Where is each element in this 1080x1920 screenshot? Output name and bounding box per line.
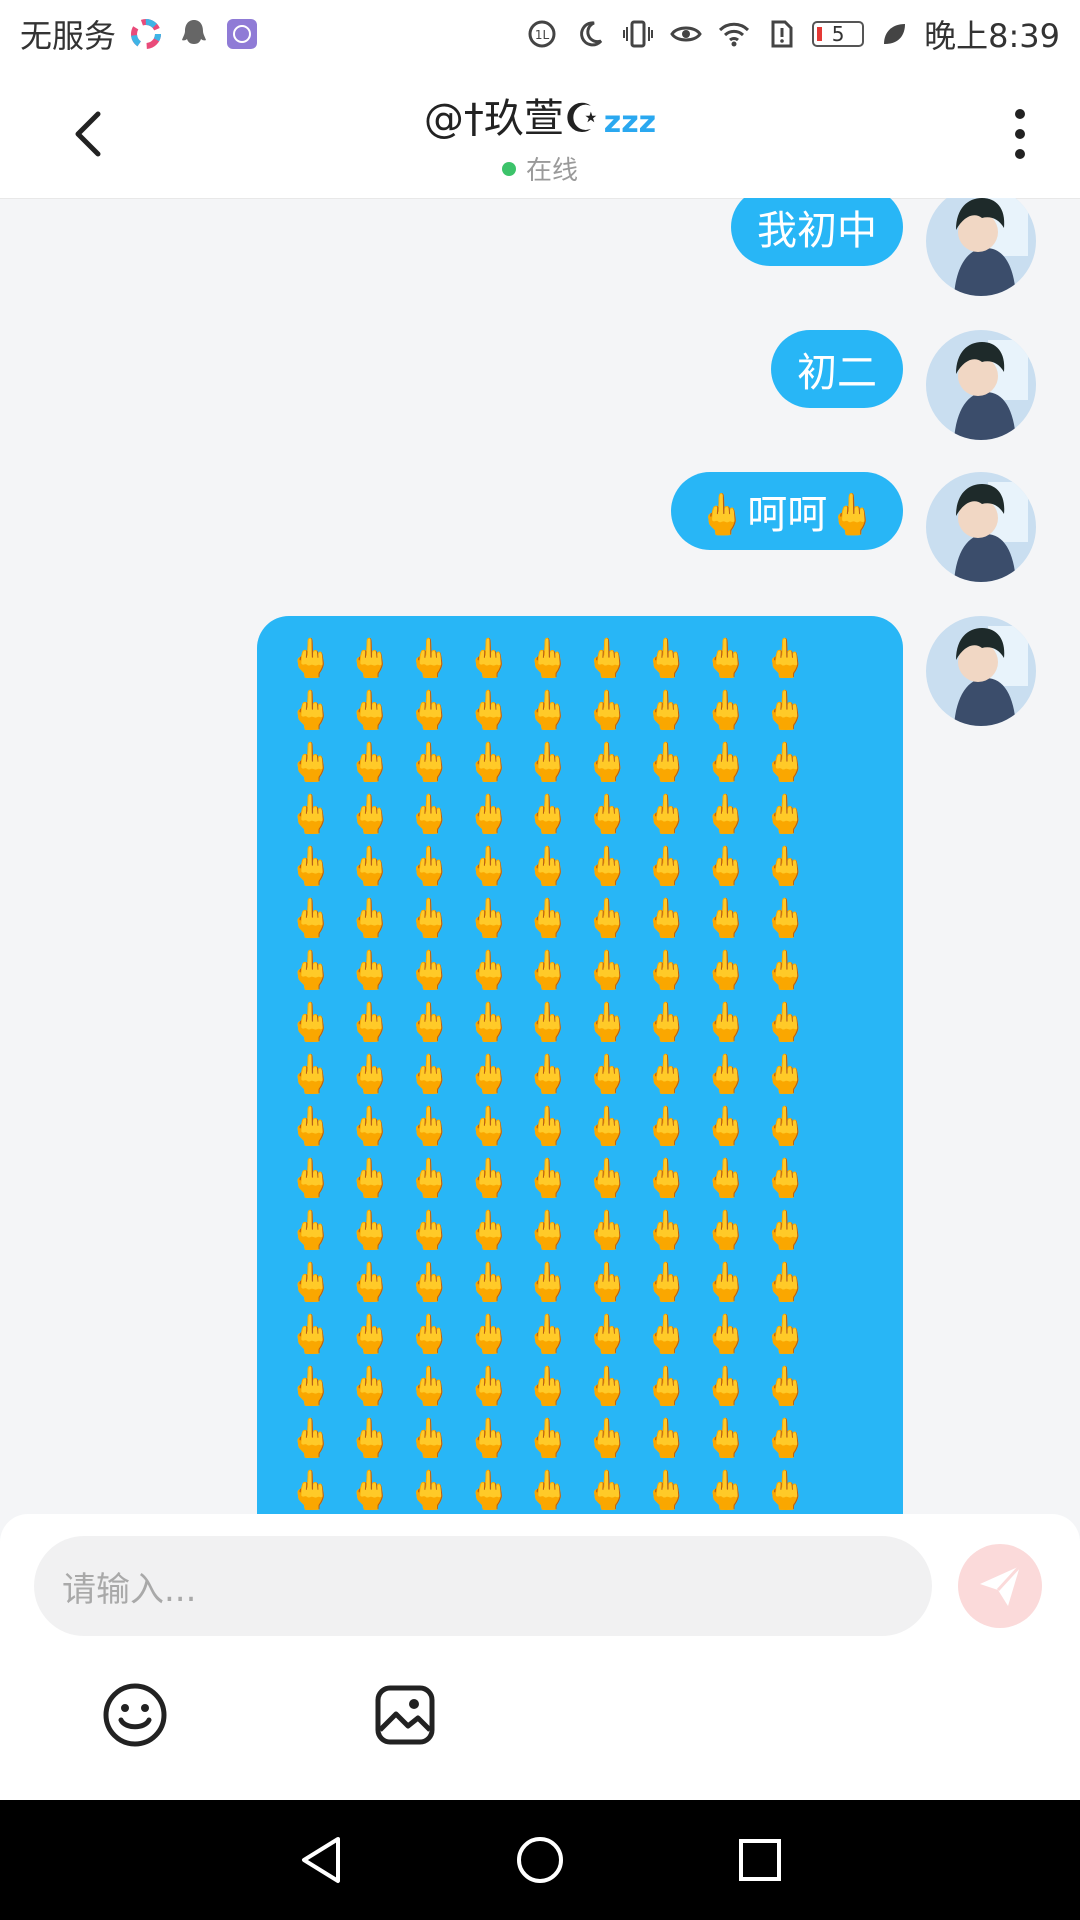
battery-level: 5 (831, 22, 845, 46)
vibrate-icon (620, 16, 656, 52)
online-status-label: 在线 (525, 156, 578, 186)
message-text: 初二 (797, 350, 877, 396)
nav-back-button[interactable] (292, 1832, 348, 1888)
moon-icon (572, 16, 608, 52)
composer: 请输入... (0, 1514, 1080, 1800)
online-status: 在线 (0, 150, 1080, 187)
message-input[interactable]: 请输入... (34, 1536, 932, 1636)
message-text: 我初中 (757, 208, 877, 254)
sleep-zzz-icon: zzz (603, 105, 657, 140)
more-vertical-icon (1015, 109, 1025, 159)
wifi-icon (716, 16, 752, 52)
hd-icon: 1L (524, 16, 560, 52)
carrier-label: 无服务 (20, 17, 117, 55)
chat-message-list[interactable]: 我初中 初二 🖕呵呵🖕 🖕🖕🖕🖕🖕🖕🖕🖕🖕🖕🖕🖕🖕🖕🖕🖕🖕🖕🖕🖕🖕🖕🖕🖕🖕🖕🖕🖕… (0, 198, 1080, 1514)
image-icon (375, 1685, 435, 1745)
image-button[interactable] (370, 1680, 440, 1750)
message-text: 🖕呵呵🖕 (697, 492, 877, 538)
circle-home-icon (517, 1837, 563, 1883)
leaf-icon (876, 16, 912, 52)
message-input-placeholder: 请输入... (62, 1569, 197, 1610)
avatar[interactable] (926, 616, 1036, 726)
send-button[interactable] (958, 1544, 1042, 1628)
system-nav-bar (0, 1800, 1080, 1920)
contact-title: @†玖萱☪ zzz (0, 86, 1080, 144)
chat-header: @†玖萱☪ zzz 在线 (0, 68, 1080, 199)
more-options-button[interactable] (1000, 106, 1040, 162)
eye-icon (668, 16, 704, 52)
triangle-back-icon (302, 1837, 340, 1883)
message-bubble[interactable]: 我初中 (731, 198, 903, 266)
avatar[interactable] (926, 472, 1036, 582)
svg-text:1L: 1L (535, 28, 550, 42)
contact-info: @†玖萱☪ zzz 在线 (0, 86, 1080, 187)
battery-icon: 5 (812, 21, 865, 47)
nav-home-button[interactable] (512, 1832, 568, 1888)
status-bar: 无服务 1L 5 晚上8:39 (0, 0, 1080, 68)
avatar[interactable] (926, 330, 1036, 440)
status-bar-left: 无服务 (20, 11, 260, 57)
paper-plane-icon (980, 1564, 1022, 1606)
status-bar-right: 1L 5 晚上8:39 (524, 11, 1060, 57)
message-text: 🖕🖕🖕🖕🖕🖕🖕🖕🖕🖕🖕🖕🖕🖕🖕🖕🖕🖕🖕🖕🖕🖕🖕🖕🖕🖕🖕🖕🖕🖕🖕🖕🖕🖕🖕🖕🖕🖕🖕🖕… (287, 636, 821, 1512)
qq-icon (176, 16, 212, 52)
smiley-icon (103, 1683, 167, 1747)
message-bubble[interactable]: 🖕🖕🖕🖕🖕🖕🖕🖕🖕🖕🖕🖕🖕🖕🖕🖕🖕🖕🖕🖕🖕🖕🖕🖕🖕🖕🖕🖕🖕🖕🖕🖕🖕🖕🖕🖕🖕🖕🖕🖕… (257, 616, 903, 1514)
emoji-button[interactable] (100, 1680, 170, 1750)
avatar[interactable] (926, 198, 1036, 296)
online-dot (501, 161, 516, 176)
clock: 晚上8:39 (924, 17, 1060, 55)
message-bubble[interactable]: 初二 (771, 330, 903, 408)
nav-recents-button[interactable] (732, 1832, 788, 1888)
alert-sim-icon (764, 16, 800, 52)
contact-name: @†玖萱☪ (423, 96, 600, 142)
square-recents-icon (739, 1839, 781, 1881)
message-bubble[interactable]: 🖕呵呵🖕 (671, 472, 903, 550)
app-icon (224, 16, 260, 52)
colorful-app-icon (128, 16, 164, 52)
